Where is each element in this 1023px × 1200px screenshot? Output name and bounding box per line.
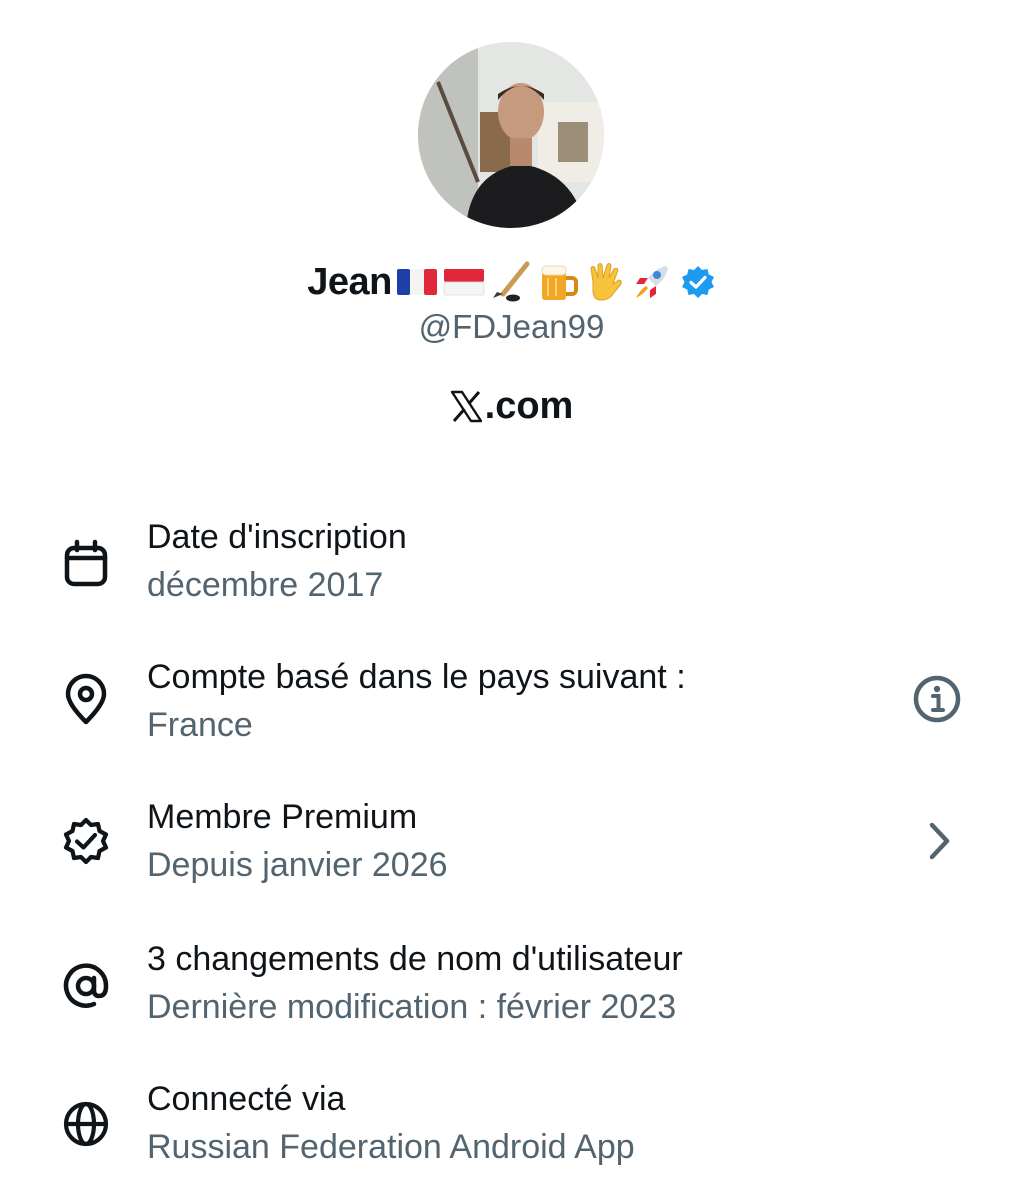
- detail-row-premium[interactable]: Membre Premium Depuis janvier 2026: [0, 788, 1023, 898]
- profile-handle: @FDJean99: [418, 308, 605, 345]
- connected-via-value: Russian Federation Android App: [147, 1128, 635, 1166]
- brand-text: .com: [484, 384, 574, 427]
- connected-via-title: Connecté via: [147, 1080, 346, 1118]
- username-changes-title: 3 changements de nom d'utilisateur: [147, 940, 683, 978]
- calendar-icon: [58, 536, 114, 592]
- avatar-photo: [418, 42, 604, 228]
- verified-badge-outline-icon: [58, 814, 114, 870]
- username-changes-value: Dernière modification : février 2023: [147, 988, 677, 1026]
- info-icon[interactable]: [910, 672, 964, 726]
- location-pin-icon: [58, 672, 114, 728]
- detail-row-join-date: Date d'inscription décembre 2017: [0, 508, 1023, 618]
- join-date-title: Date d'inscription: [147, 518, 407, 556]
- at-sign-icon: [58, 958, 114, 1014]
- x-logo-icon: [450, 390, 483, 423]
- detail-row-username-changes: 3 changements de nom d'utilisateur Derni…: [0, 930, 1023, 1040]
- premium-value: Depuis janvier 2026: [147, 846, 448, 884]
- display-name: Jean: [307, 260, 392, 303]
- profile-name-row: Jean: [0, 256, 1023, 308]
- x-brand: .com: [0, 380, 1023, 432]
- flag-france-icon: [395, 260, 439, 304]
- country-title: Compte basé dans le pays suivant :: [147, 658, 686, 696]
- detail-row-connected-via: Connecté via Russian Federation Android …: [0, 1070, 1023, 1180]
- hockey-stick-icon: [489, 260, 533, 304]
- verified-badge-icon[interactable]: [680, 264, 716, 300]
- flag-monaco-icon: [442, 260, 486, 304]
- country-value: France: [147, 706, 253, 744]
- profile-avatar[interactable]: [418, 42, 604, 228]
- rocket-icon: [630, 260, 674, 304]
- detail-row-country: Compte basé dans le pays suivant : Franc…: [0, 648, 1023, 758]
- join-date-value: décembre 2017: [147, 566, 384, 604]
- premium-title: Membre Premium: [147, 798, 418, 836]
- globe-icon: [58, 1096, 114, 1152]
- vulcan-salute-icon: [583, 260, 627, 304]
- chevron-right-icon[interactable]: [910, 814, 964, 868]
- beer-mug-icon: [536, 260, 580, 304]
